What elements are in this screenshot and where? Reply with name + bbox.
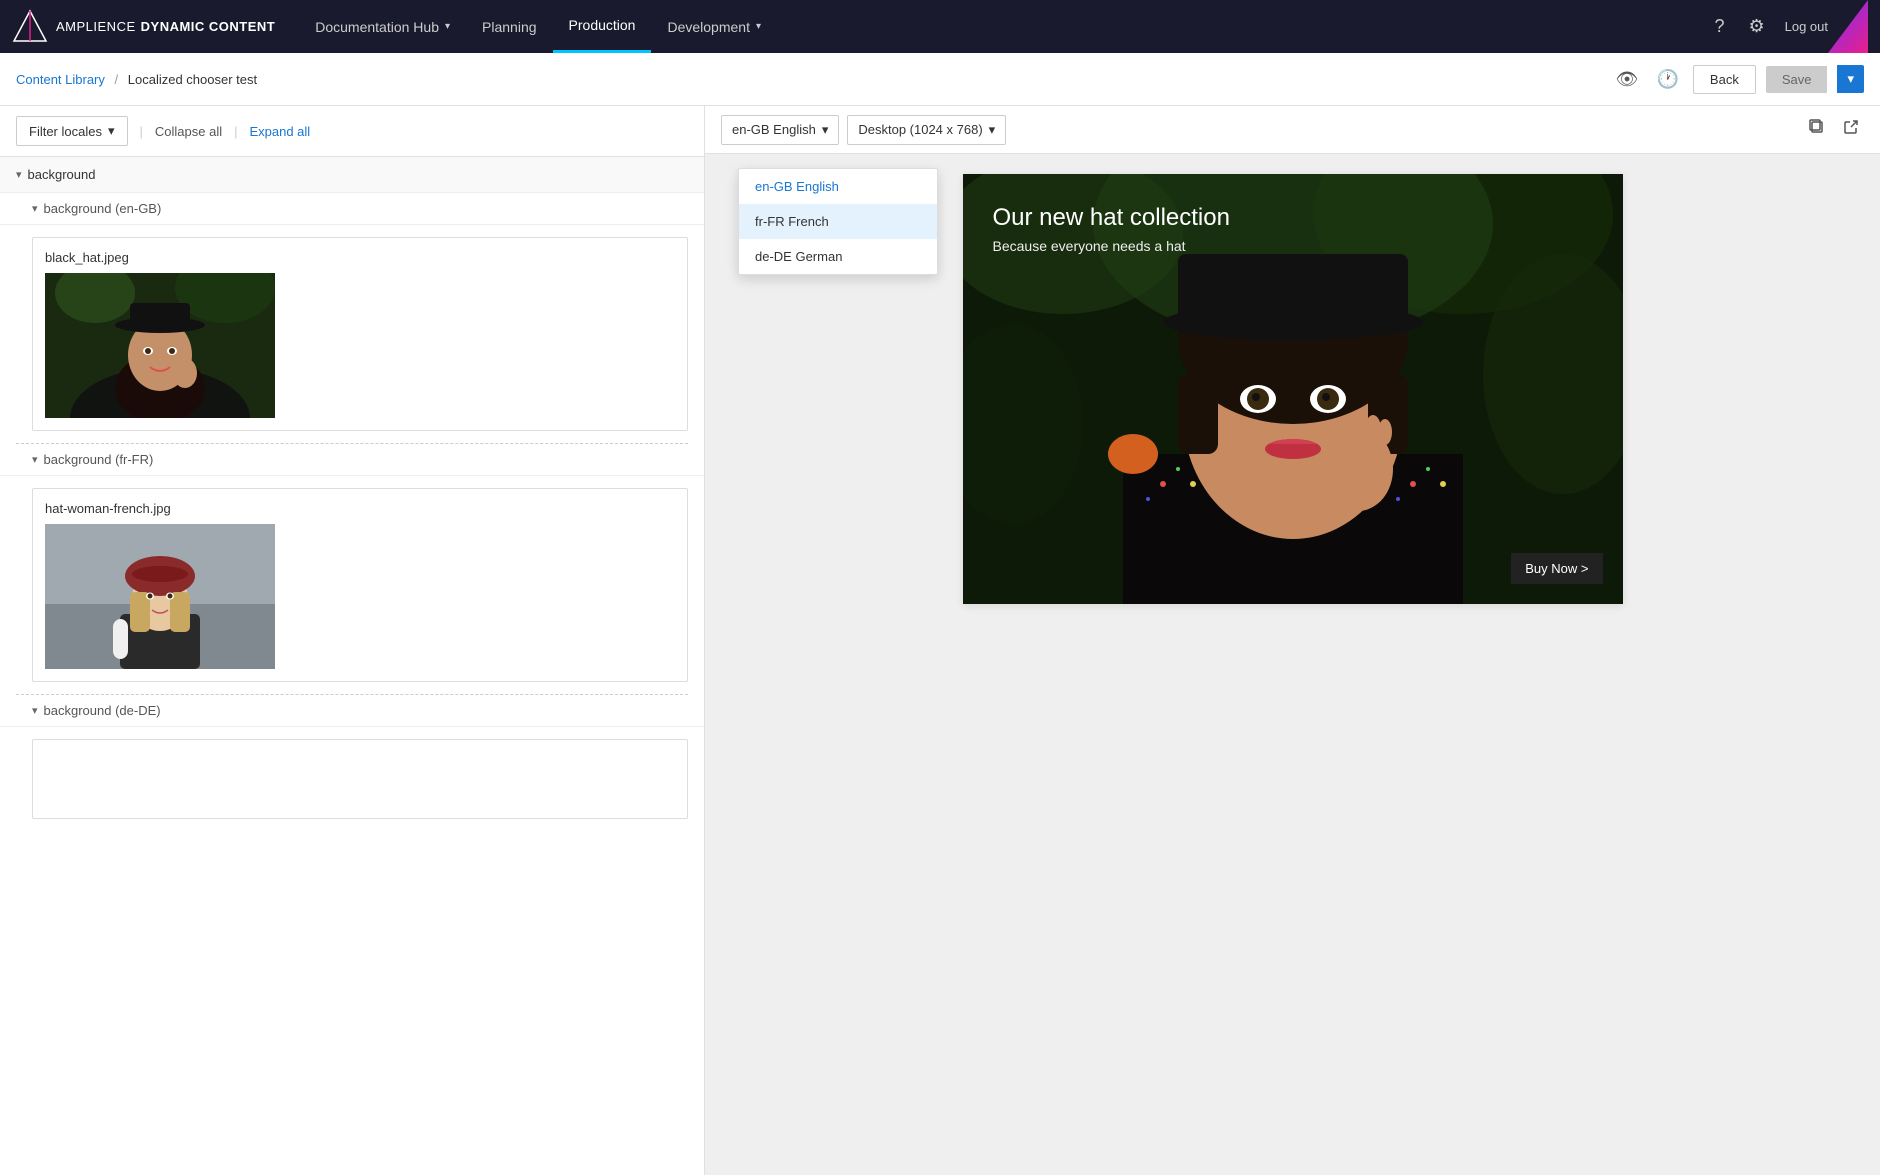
preview-hero-image: Our new hat collection Because everyone … [963, 174, 1623, 604]
back-button[interactable]: Back [1693, 65, 1756, 94]
external-link-button[interactable] [1838, 114, 1864, 145]
chevron-down-icon: ▾ [16, 168, 22, 181]
history-icon[interactable]: 🕐 [1653, 65, 1683, 94]
chevron-down-icon: ▾ [32, 704, 38, 717]
breadcrumb: Content Library / Localized chooser test [16, 72, 257, 87]
hat-woman-svg [45, 273, 275, 418]
save-dropdown-button[interactable]: ▾ [1837, 65, 1864, 93]
breadcrumb-bar: Content Library / Localized chooser test… [0, 53, 1880, 106]
french-woman-image [45, 524, 275, 669]
left-panel: Filter locales ▾ | Collapse all | Expand… [0, 106, 705, 1175]
viewport-select-button[interactable]: Desktop (1024 x 768) ▾ [847, 115, 1006, 145]
amplience-logo-icon [12, 9, 48, 45]
subsection-background-en-gb[interactable]: ▾ background (en-GB) [0, 193, 704, 225]
eye-icon[interactable]: 👁 [1612, 65, 1643, 94]
breadcrumb-actions: 👁 🕐 Back Save ▾ [1612, 65, 1864, 94]
nav-item-planning[interactable]: Planning [466, 0, 553, 53]
subsection-en-gb-label: background (en-GB) [44, 201, 162, 216]
preview-hero-subtitle: Because everyone needs a hat [993, 238, 1230, 254]
locale-option-en-gb[interactable]: en-GB English [739, 169, 937, 204]
chevron-down-icon: ▾ [989, 122, 996, 138]
section-background[interactable]: ▾ background [0, 157, 704, 193]
subsection-background-fr-fr[interactable]: ▾ background (fr-FR) [0, 444, 704, 476]
viewport-select-label: Desktop (1024 x 768) [858, 122, 982, 137]
preview-content: Our new hat collection Because everyone … [705, 154, 1880, 1175]
collapse-all-button[interactable]: Collapse all [155, 124, 222, 139]
image-card-title: black_hat.jpeg [45, 250, 675, 265]
toolbar-separator: | [140, 124, 143, 139]
subsection-fr-fr-label: background (fr-FR) [44, 452, 154, 467]
french-woman-svg [45, 524, 275, 669]
buy-now-button[interactable]: Buy Now > [1511, 553, 1602, 584]
brand-dynamic-text: DYNAMIC CONTENT [141, 19, 276, 34]
image-black-hat [45, 273, 275, 418]
chevron-down-icon: ▾ [445, 21, 450, 32]
chevron-down-icon: ▾ [108, 123, 115, 139]
main-layout: Filter locales ▾ | Collapse all | Expand… [0, 106, 1880, 1175]
content-toolbar: Filter locales ▾ | Collapse all | Expand… [0, 106, 704, 157]
chevron-down-icon: ▾ [822, 122, 829, 138]
preview-frame: Our new hat collection Because everyone … [963, 174, 1623, 604]
image-card-black-hat: black_hat.jpeg [32, 237, 688, 431]
nav-item-documentation-hub[interactable]: Documentation Hub ▾ [299, 0, 466, 53]
preview-hero-title: Our new hat collection [993, 204, 1230, 232]
filter-locales-button[interactable]: Filter locales ▾ [16, 116, 128, 146]
empty-card-de-de [32, 739, 688, 819]
breadcrumb-content-library-link[interactable]: Content Library [16, 72, 105, 87]
duplicate-button[interactable] [1804, 114, 1830, 145]
black-hat-image [45, 273, 275, 418]
expand-all-button[interactable]: Expand all [249, 124, 310, 139]
chevron-down-icon: ▾ [32, 202, 38, 215]
copy-icon [1808, 118, 1826, 136]
top-navigation: AMPLIENCE DYNAMIC CONTENT Documentation … [0, 0, 1880, 53]
subsection-background-de-de[interactable]: ▾ background (de-DE) [0, 695, 704, 727]
content-area: ▾ background ▾ background (en-GB) black_… [0, 157, 704, 819]
filter-locales-label: Filter locales [29, 124, 102, 139]
nav-items-list: Documentation Hub ▾ Planning Production … [299, 0, 1710, 53]
image-french-woman [45, 524, 275, 669]
save-button: Save [1766, 66, 1828, 93]
brand-amplience-text: AMPLIENCE [56, 19, 136, 34]
settings-button[interactable]: ⚙ [1744, 12, 1768, 41]
nav-item-development[interactable]: Development ▾ [651, 0, 777, 53]
chevron-down-icon: ▾ [32, 453, 38, 466]
preview-toolbar: en-GB English ▾ en-GB English fr-FR Fren… [705, 106, 1880, 154]
image-card-title-french: hat-woman-french.jpg [45, 501, 675, 516]
logout-button[interactable]: Log out [1785, 19, 1828, 34]
breadcrumb-current-page: Localized chooser test [128, 72, 257, 87]
nav-item-production[interactable]: Production [553, 0, 652, 53]
locale-option-fr-fr[interactable]: fr-FR French [739, 204, 937, 239]
nav-right-actions: ? ⚙ Log out [1710, 12, 1828, 41]
locale-select-button[interactable]: en-GB English ▾ en-GB English fr-FR Fren… [721, 115, 839, 145]
section-background-label: background [28, 167, 96, 182]
locale-option-de-de[interactable]: de-DE German [739, 239, 937, 274]
external-link-icon [1842, 118, 1860, 136]
locale-select-label: en-GB English [732, 122, 816, 137]
preview-text-overlay: Our new hat collection Because everyone … [993, 204, 1230, 254]
toolbar-separator2: | [234, 124, 237, 139]
subsection-de-de-label: background (de-DE) [44, 703, 161, 718]
corner-decoration [1828, 0, 1868, 53]
locale-dropdown: en-GB English fr-FR French de-DE German [738, 168, 938, 275]
breadcrumb-separator: / [115, 72, 119, 87]
right-panel: en-GB English ▾ en-GB English fr-FR Fren… [705, 106, 1880, 1175]
preview-action-icons [1804, 114, 1864, 145]
help-button[interactable]: ? [1710, 12, 1728, 41]
chevron-down-icon: ▾ [756, 21, 761, 32]
brand-logo-area: AMPLIENCE DYNAMIC CONTENT [12, 9, 275, 45]
image-card-french-woman: hat-woman-french.jpg [32, 488, 688, 682]
